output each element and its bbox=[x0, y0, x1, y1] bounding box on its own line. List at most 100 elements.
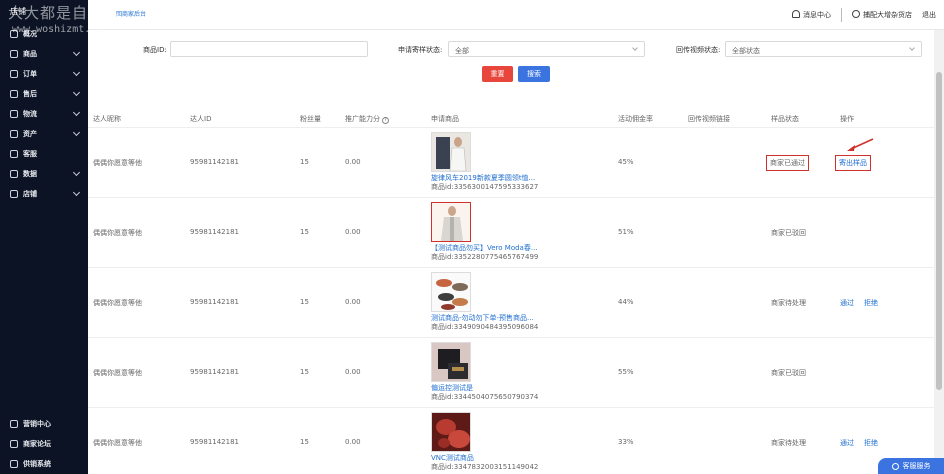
cell-fans: 15 bbox=[300, 228, 309, 236]
product-thumbnail[interactable] bbox=[431, 342, 471, 382]
col-fans: 粉丝量 bbox=[300, 114, 321, 124]
sidebar-item-label: 数据 bbox=[23, 170, 37, 178]
reject-button[interactable]: 拒绝 bbox=[864, 438, 878, 448]
chevron-down-icon bbox=[72, 168, 81, 177]
sidebar-item-products[interactable]: 商品 bbox=[0, 44, 88, 64]
table-row: 偶偶你愿意等他 95981142181 15 0.00 VNC测试商品 商品id:3347… bbox=[88, 408, 934, 474]
chevron-down-icon bbox=[72, 88, 81, 97]
sidebar-item-merchant-forum[interactable]: 商家论坛 bbox=[0, 434, 88, 454]
messages-button[interactable]: 消息中心 bbox=[792, 10, 831, 20]
reject-button[interactable]: 拒绝 bbox=[864, 298, 878, 308]
divider bbox=[841, 8, 842, 22]
sidebar-item-logistics[interactable]: 物流 bbox=[0, 104, 88, 124]
column-label: 粉丝量 bbox=[300, 115, 321, 123]
column-label: 回传视频链接 bbox=[688, 115, 730, 123]
user-menu[interactable]: 捕配大增杂货店 bbox=[852, 10, 912, 20]
product-id: 商品id:3344504075650790374 bbox=[431, 393, 539, 401]
col-actions: 操作 bbox=[840, 114, 854, 124]
back-to-merchant-link[interactable]: 回商家后台 bbox=[116, 9, 146, 18]
scrollbar-thumb[interactable] bbox=[936, 72, 942, 390]
watermark-url: www.woshizmt.cn bbox=[12, 24, 103, 35]
logout-button[interactable]: 退出 bbox=[922, 10, 936, 20]
user-icon bbox=[852, 10, 860, 18]
col-video-link: 回传视频链接 bbox=[688, 114, 730, 124]
cell-score: 0.00 bbox=[345, 298, 361, 306]
cell-creator-id: 95981142181 bbox=[190, 298, 239, 306]
video-status-select[interactable]: 全部状态 bbox=[725, 41, 922, 57]
sidebar-item-assets[interactable]: 资产 bbox=[0, 124, 88, 144]
sample-status: 商家待处理 bbox=[771, 439, 806, 447]
return-icon bbox=[10, 90, 18, 98]
product-id-input[interactable] bbox=[170, 41, 368, 57]
cell-nickname: 偶偶你愿意等他 bbox=[93, 229, 142, 237]
user-name: 捕配大增杂货店 bbox=[863, 11, 912, 19]
chart-icon bbox=[10, 170, 18, 178]
ship-sample-button[interactable]: 寄出样品 bbox=[835, 155, 871, 171]
sidebar-item-label: 售后 bbox=[23, 90, 37, 98]
column-label: 申请商品 bbox=[431, 115, 459, 123]
product-id: 商品id:3349090484395096084 bbox=[431, 323, 539, 331]
column-label: 达人昵称 bbox=[93, 115, 121, 123]
product-thumbnail[interactable] bbox=[431, 412, 471, 452]
column-label: 样品状态 bbox=[771, 115, 799, 123]
annotation-arrow-icon bbox=[847, 138, 874, 151]
document-icon bbox=[10, 70, 18, 78]
bell-icon bbox=[792, 10, 800, 18]
cell-commission: 44% bbox=[618, 298, 634, 306]
col-commission: 活动佣金率 bbox=[618, 114, 653, 124]
apply-status-select[interactable]: 全部 bbox=[448, 41, 645, 57]
cell-fans: 15 bbox=[300, 298, 309, 306]
product-thumbnail[interactable] bbox=[431, 272, 471, 312]
sample-status: 商家已驳回 bbox=[771, 369, 806, 377]
apply-status-label: 申请寄样状态: bbox=[398, 46, 443, 54]
sidebar-item-data[interactable]: 数据 bbox=[0, 164, 88, 184]
watermark-text: 大大都是自媒体 bbox=[8, 4, 121, 22]
search-button[interactable]: 搜索 bbox=[518, 66, 550, 82]
customer-service-button[interactable]: 客服服务 bbox=[878, 458, 944, 474]
approve-button[interactable]: 通过 bbox=[840, 438, 854, 448]
table-row: 偶偶你愿意等他 95981142181 15 0.00 测试商品-勿动勿下单-预售商品.… bbox=[88, 268, 934, 338]
headset-icon bbox=[891, 462, 899, 470]
cell-fans: 15 bbox=[300, 368, 309, 376]
product-thumbnail[interactable] bbox=[431, 202, 471, 242]
cell-nickname: 偶偶你愿意等他 bbox=[93, 299, 142, 307]
product-id-label: 商品ID: bbox=[143, 46, 167, 54]
approve-button[interactable]: 通过 bbox=[840, 298, 854, 308]
chevron-down-icon bbox=[909, 45, 915, 51]
chevron-down-icon bbox=[632, 45, 638, 51]
sample-status: 商家已通过 bbox=[766, 155, 809, 171]
reset-button[interactable]: 重置 bbox=[482, 66, 513, 82]
sidebar-item-orders[interactable]: 订单 bbox=[0, 64, 88, 84]
headset-icon bbox=[10, 150, 18, 158]
sidebar-item-customer-service[interactable]: 客服 bbox=[0, 144, 88, 164]
sidebar-item-supply-system[interactable]: 供销系统 bbox=[0, 454, 88, 474]
col-product: 申请商品 bbox=[431, 114, 459, 124]
col-sample-status: 样品状态 bbox=[771, 114, 799, 124]
product-id: 商品id:3352280775465767499 bbox=[431, 253, 539, 261]
chevron-down-icon bbox=[72, 68, 81, 77]
sidebar-item-label: 供销系统 bbox=[23, 460, 51, 468]
sidebar-item-marketing-center[interactable]: 营销中心 bbox=[0, 414, 88, 434]
shop-icon bbox=[10, 190, 18, 198]
chevron-down-icon bbox=[72, 188, 81, 197]
product-id: 商品id:3347832003151149042 bbox=[431, 463, 539, 471]
customer-service-label: 客服服务 bbox=[902, 462, 931, 470]
table-row: 偶偶你愿意等他 95981142181 15 0.00 旋律风车2019新款夏季圆领t恤… bbox=[88, 128, 934, 198]
column-label: 活动佣金率 bbox=[618, 115, 653, 123]
forum-icon bbox=[10, 440, 18, 448]
truck-icon bbox=[10, 110, 18, 118]
main-panel: 商品ID: 申请寄样状态: 全部 回传视频状态: 全部状态 重置 搜索 达人昵称… bbox=[88, 30, 934, 474]
column-label: 操作 bbox=[840, 115, 854, 123]
product-thumbnail[interactable] bbox=[431, 132, 471, 172]
sidebar-item-aftersales[interactable]: 售后 bbox=[0, 84, 88, 104]
cell-nickname: 偶偶你愿意等他 bbox=[93, 369, 142, 377]
sidebar-item-label: 商品 bbox=[23, 50, 37, 58]
sidebar-bottom: 营销中心 商家论坛供销系统 bbox=[0, 414, 88, 474]
product-id: 商品id:3356300147595333627 bbox=[431, 183, 539, 191]
apply-status-value: 全部 bbox=[455, 47, 469, 55]
chevron-down-icon bbox=[72, 128, 81, 137]
help-icon[interactable]: ? bbox=[382, 117, 389, 124]
table-header: 达人昵称 达人ID 粉丝量 推广能力分? 申请商品 活动佣金率 回传视频链接 样品状态 操作 bbox=[88, 110, 934, 128]
chevron-down-icon bbox=[72, 108, 81, 117]
sidebar-item-store[interactable]: 店铺 bbox=[0, 184, 88, 204]
